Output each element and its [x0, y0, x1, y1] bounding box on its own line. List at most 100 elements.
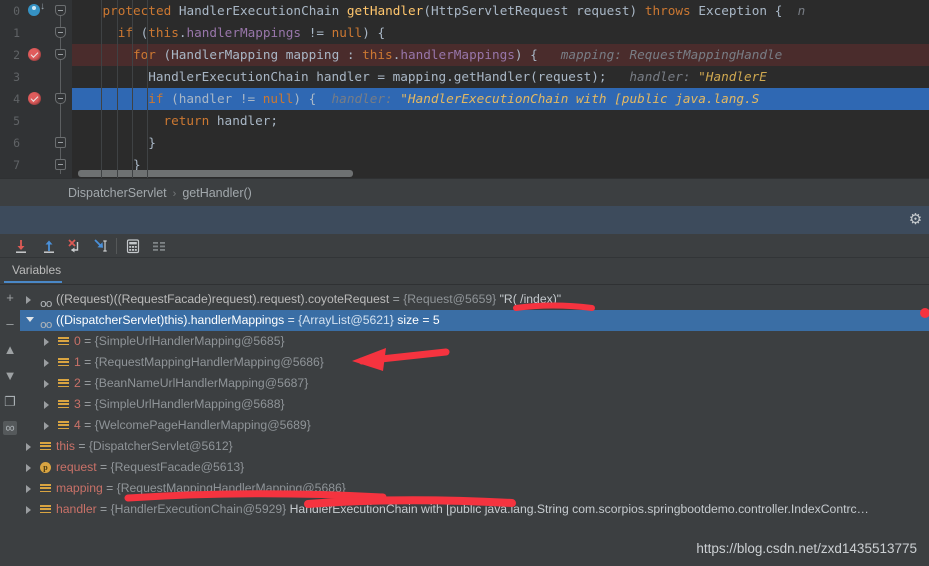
variable-value: {WelcomePageHandlerMapping@5689} — [94, 418, 311, 432]
code-token: this — [148, 25, 179, 40]
code-token: HandlerExecutionChain handler = mapping.… — [148, 69, 607, 84]
variable-row[interactable]: mapping = {RequestMappingHandlerMapping@… — [20, 478, 929, 499]
move-up-button[interactable]: ▲ — [3, 343, 17, 357]
variable-name: request — [56, 460, 97, 474]
code-token: getHandler — [346, 3, 424, 18]
field-list-icon — [40, 442, 51, 451]
inspect-button[interactable]: ∞ — [3, 421, 17, 435]
tab-active-underline — [4, 281, 62, 283]
variable-text: request = {RequestFacade@5613} — [56, 457, 244, 478]
force-step-into-icon[interactable] — [66, 237, 84, 255]
layout-settings-icon[interactable] — [150, 237, 168, 255]
code-line[interactable]: HandlerExecutionChain handler = mapping.… — [72, 66, 929, 88]
code-fold-toggle[interactable] — [55, 93, 66, 104]
variable-row[interactable]: 4 = {WelcomePageHandlerMapping@5689} — [20, 415, 929, 436]
code-token: null — [331, 25, 363, 40]
equals-sign: = — [96, 460, 111, 474]
breakpoint-icon[interactable] — [28, 48, 41, 61]
variable-row[interactable]: oo ((Request)((RequestFacade)request).req… — [20, 289, 929, 310]
copy-value-button[interactable]: ❐ — [3, 395, 17, 409]
field-list-icon — [58, 337, 69, 346]
expand-triangle-icon[interactable] — [44, 401, 49, 409]
variable-name: ((Request)((RequestFacade)request).reque… — [56, 292, 390, 306]
remove-watch-button[interactable]: – — [3, 317, 17, 331]
breadcrumb-class[interactable]: DispatcherServlet — [68, 186, 167, 200]
expand-triangle-icon[interactable] — [26, 506, 31, 514]
code-editor[interactable]: protected HandlerExecutionChain getHandl… — [0, 0, 929, 178]
expand-triangle-icon[interactable] — [44, 422, 49, 430]
variables-tree[interactable]: oo ((Request)((RequestFacade)request).req… — [20, 285, 929, 566]
variable-text: ((Request)((RequestFacade)request).reque… — [56, 289, 561, 310]
collapse-triangle-icon[interactable] — [26, 317, 34, 322]
variable-row[interactable]: p request = {RequestFacade@5613} — [20, 457, 929, 478]
move-down-button[interactable]: ▼ — [3, 369, 17, 383]
breakpoint-icon[interactable] — [28, 92, 41, 105]
code-fold-toggle[interactable] — [55, 49, 66, 60]
equals-sign: = — [96, 502, 111, 516]
expand-triangle-icon[interactable] — [26, 443, 31, 451]
expand-triangle-icon[interactable] — [44, 380, 49, 388]
breadcrumb-method[interactable]: getHandler() — [182, 186, 251, 200]
code-line[interactable]: for (HandlerMapping mapping : this.handl… — [72, 44, 929, 66]
variable-row[interactable]: handler = {HandlerExecutionChain@5929} H… — [20, 499, 929, 520]
code-text-area[interactable]: protected HandlerExecutionChain getHandl… — [72, 0, 929, 178]
field-list-icon — [40, 505, 51, 514]
code-fold-toggle[interactable] — [55, 137, 66, 148]
variables-tab-bar[interactable]: Variables — [0, 258, 929, 284]
expand-triangle-icon[interactable] — [26, 296, 31, 304]
variable-text: 0 = {SimpleUrlHandlerMapping@5685} — [74, 331, 285, 352]
variable-row[interactable]: 0 = {SimpleUrlHandlerMapping@5685} — [20, 331, 929, 352]
variable-row[interactable]: this = {DispatcherServlet@5612} — [20, 436, 929, 457]
variable-extra-value: size = 5 — [393, 313, 440, 327]
expand-triangle-icon[interactable] — [26, 464, 31, 472]
code-token: HandlerExecutionChain — [178, 3, 347, 18]
code-token: handler: — [606, 69, 691, 84]
tab-variables[interactable]: Variables — [8, 261, 65, 279]
variable-text: mapping = {RequestMappingHandlerMapping@… — [56, 478, 346, 499]
code-line[interactable]: protected HandlerExecutionChain getHandl… — [72, 0, 929, 22]
equals-sign: = — [80, 376, 95, 390]
evaluate-expression-icon[interactable] — [124, 237, 142, 255]
variable-row[interactable]: 1 = {RequestMappingHandlerMapping@5686} — [20, 352, 929, 373]
variable-text: ((DispatcherServlet)this).handlerMapping… — [56, 310, 440, 331]
step-over-icon[interactable] — [12, 237, 30, 255]
expand-triangle-icon[interactable] — [44, 359, 49, 367]
code-line[interactable]: if (this.handlerMappings != null) { — [72, 22, 929, 44]
variable-extra-value: "R( /index)" — [496, 292, 562, 306]
code-fold-toggle[interactable] — [55, 27, 66, 38]
breadcrumb[interactable]: DispatcherServlet › getHandler() — [0, 178, 929, 206]
variable-text: 1 = {RequestMappingHandlerMapping@5686} — [74, 352, 324, 373]
code-line[interactable]: return handler; — [72, 110, 929, 132]
expand-triangle-icon[interactable] — [26, 485, 31, 493]
variable-text: 3 = {SimpleUrlHandlerMapping@5688} — [74, 394, 285, 415]
idea-debugger-window: protected HandlerExecutionChain getHandl… — [0, 0, 929, 566]
variable-value: {ArrayList@5621} — [298, 313, 394, 327]
code-line[interactable]: } — [72, 132, 929, 154]
variable-name: 4 — [74, 418, 81, 432]
code-line[interactable]: if (handler != null) { handler: "Handler… — [72, 88, 929, 110]
editor-horizontal-scrollbar[interactable] — [78, 170, 353, 177]
code-fold-toggle[interactable] — [55, 159, 66, 170]
variable-row[interactable]: 2 = {BeanNameUrlHandlerMapping@5687} — [20, 373, 929, 394]
code-token: throws — [644, 3, 699, 18]
expand-triangle-icon[interactable] — [44, 338, 49, 346]
line-number: 6 — [13, 136, 20, 150]
code-token: "HandlerE — [690, 69, 767, 84]
parameter-icon: p — [40, 462, 51, 473]
step-out-icon[interactable] — [40, 237, 58, 255]
run-to-line-icon[interactable] — [28, 4, 40, 16]
code-fold-toggle[interactable] — [55, 5, 66, 16]
variable-value: {RequestMappingHandlerMapping@5686} — [116, 481, 346, 495]
equals-sign: = — [284, 313, 299, 327]
run-to-cursor-icon[interactable] — [92, 237, 110, 255]
variable-row[interactable]: oo ((DispatcherServlet)this).handlerMappi… — [20, 310, 929, 331]
variable-row[interactable]: 3 = {SimpleUrlHandlerMapping@5688} — [20, 394, 929, 415]
variables-side-rail[interactable]: + – ▲ ▼ ❐ ∞ — [0, 285, 20, 566]
equals-sign: = — [389, 292, 404, 306]
gear-icon[interactable]: ⚙ — [908, 212, 923, 227]
debugger-toolbar[interactable] — [0, 234, 929, 258]
variable-text: 4 = {WelcomePageHandlerMapping@5689} — [74, 415, 311, 436]
line-number: 7 — [13, 158, 20, 172]
add-watch-button[interactable]: + — [3, 291, 17, 305]
code-token: } — [148, 135, 156, 150]
